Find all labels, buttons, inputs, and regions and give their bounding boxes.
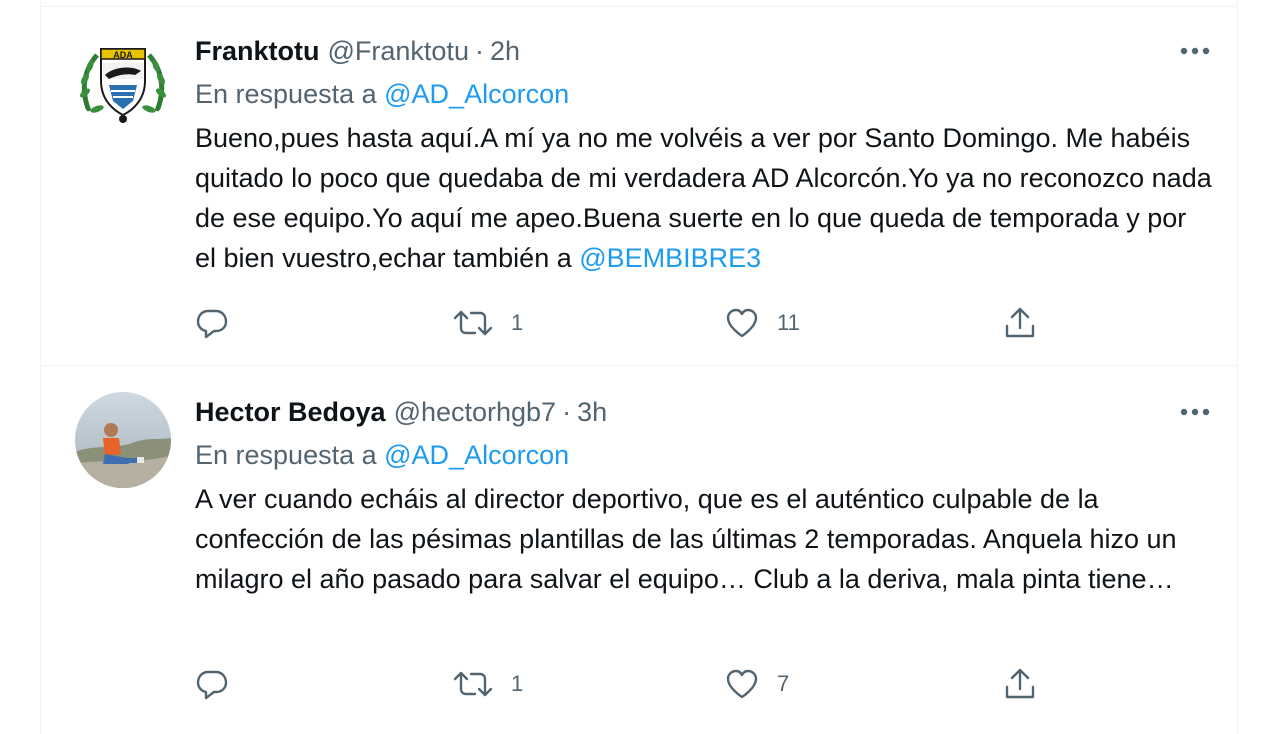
tweet-content: Hector Bedoya @hectorhgb7 · 3h En respue…: [195, 394, 1213, 599]
tweet-text: A ver cuando echáis al director deportiv…: [195, 479, 1213, 599]
user-handle[interactable]: @hectorhgb7: [394, 394, 557, 430]
retweet-button[interactable]: 1: [453, 664, 523, 704]
share-button[interactable]: [1003, 664, 1037, 704]
more-horizontal-icon: [1180, 47, 1210, 55]
retweet-count: 1: [511, 671, 524, 696]
separator: ·: [562, 397, 572, 427]
crest-logo-text: ADA: [113, 50, 133, 60]
tweet-text-body: A ver cuando echáis al director deportiv…: [195, 484, 1177, 594]
timeline: ADA Franktotu @Franktotu · 2h En respues…: [40, 0, 1238, 734]
share-icon: [1003, 306, 1037, 340]
reply-context: En respuesta a @AD_Alcorcon: [195, 437, 1213, 473]
reply-button[interactable]: [195, 303, 247, 343]
timestamp[interactable]: 2h: [490, 33, 520, 69]
tweet-content: Franktotu @Franktotu · 2h En respuesta a…: [195, 33, 1213, 278]
avatar[interactable]: ADA: [75, 31, 171, 127]
retweet-icon: [453, 308, 493, 338]
tweet-text: Bueno,pues hasta aquí.A mí ya no me volv…: [195, 118, 1213, 278]
display-name[interactable]: Hector Bedoya: [195, 394, 386, 430]
like-button[interactable]: 11: [725, 303, 800, 343]
reply-button[interactable]: [195, 664, 247, 704]
like-count: 11: [777, 310, 800, 335]
avatar[interactable]: [75, 392, 171, 488]
like-button[interactable]: 7: [725, 664, 789, 704]
club-crest-image: ADA: [75, 31, 171, 127]
separator: ·: [474, 36, 484, 66]
tweet-header: Franktotu @Franktotu · 2h: [195, 33, 1213, 69]
reply-mention-link[interactable]: @AD_Alcorcon: [384, 440, 569, 470]
mention-link[interactable]: @BEMBIBRE3: [579, 243, 761, 273]
reply-prefix: En respuesta a: [195, 440, 377, 470]
tweet-actions: 1 11: [195, 303, 1075, 343]
retweet-count: 1: [511, 310, 524, 335]
like-count: 7: [777, 671, 790, 696]
reply-mention-link[interactable]: @AD_Alcorcon: [384, 79, 569, 109]
share-button[interactable]: [1003, 303, 1037, 343]
reply-icon: [195, 306, 229, 340]
tweet-header: Hector Bedoya @hectorhgb7 · 3h: [195, 394, 1213, 430]
timestamp[interactable]: 3h: [577, 394, 607, 430]
retweet-button[interactable]: 1: [453, 303, 523, 343]
reply-prefix: En respuesta a: [195, 79, 377, 109]
heart-icon: [725, 307, 759, 339]
reply-context: En respuesta a @AD_Alcorcon: [195, 76, 1213, 112]
display-name[interactable]: Franktotu: [195, 33, 320, 69]
tweet-actions: 1 7: [195, 664, 1075, 704]
more-options-button[interactable]: [1177, 394, 1213, 430]
share-icon: [1003, 667, 1037, 701]
user-handle[interactable]: @Franktotu: [328, 33, 469, 69]
more-options-button[interactable]: [1177, 33, 1213, 69]
tweet[interactable]: Hector Bedoya @hectorhgb7 · 3h En respue…: [41, 366, 1237, 734]
reply-icon: [195, 667, 229, 701]
profile-photo-image: [75, 392, 171, 488]
tweet[interactable]: ADA Franktotu @Franktotu · 2h En respues…: [41, 6, 1237, 366]
more-horizontal-icon: [1180, 408, 1210, 416]
retweet-icon: [453, 669, 493, 699]
heart-icon: [725, 668, 759, 700]
